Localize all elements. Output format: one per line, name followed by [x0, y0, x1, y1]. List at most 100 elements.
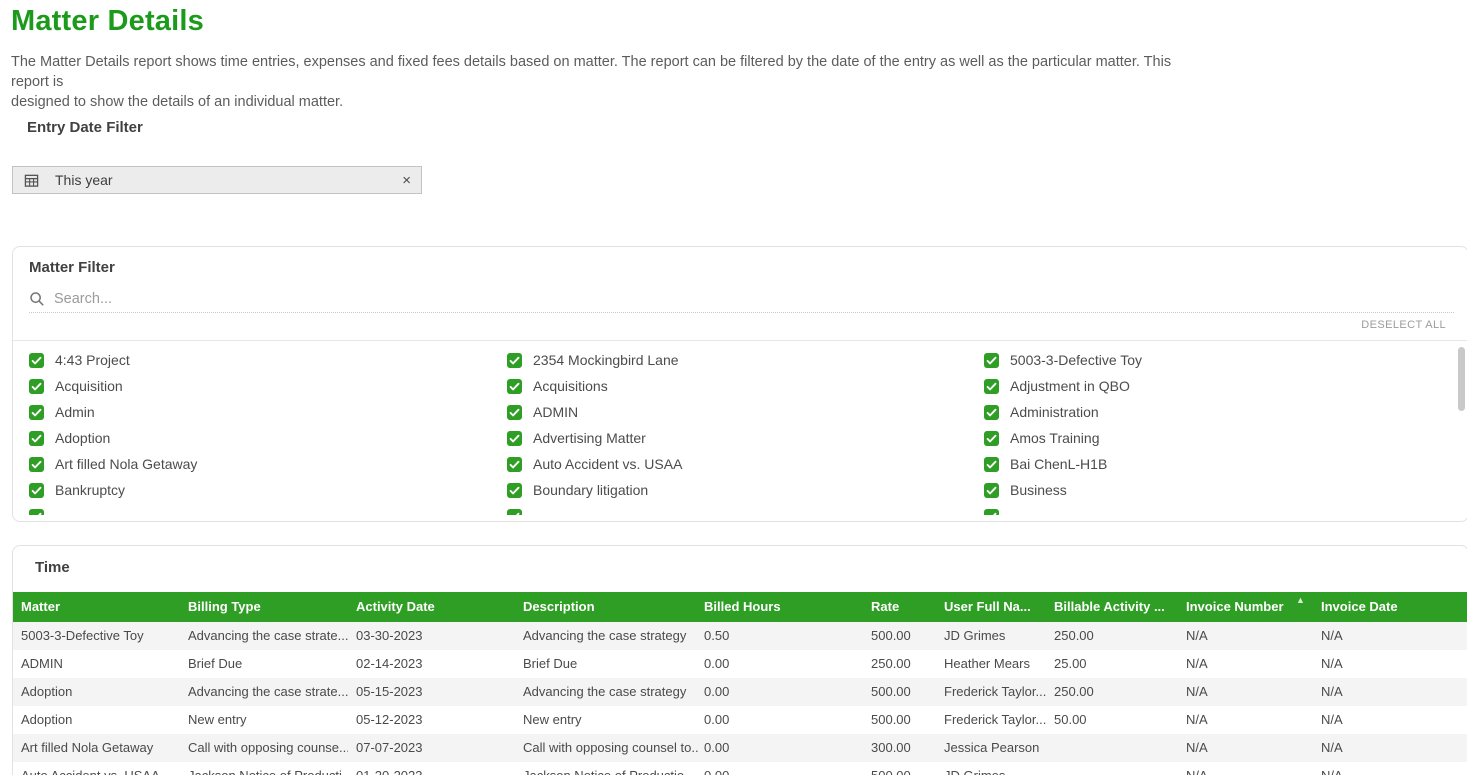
time-table-cell: 0.00 [704, 706, 864, 734]
time-table-row: 5003-3-Defective ToyAdvancing the case s… [13, 622, 1467, 650]
calendar-icon [24, 173, 39, 188]
time-table-cell: N/A [1186, 706, 1314, 734]
clear-date-filter-icon[interactable]: × [402, 173, 411, 188]
checkbox-checked-icon[interactable] [507, 509, 522, 516]
time-table-row: AdoptionAdvancing the case strate...05-1… [13, 678, 1467, 706]
time-table-cell: N/A [1186, 622, 1314, 650]
matter-checkbox-item[interactable]: Acquisition [29, 373, 123, 399]
time-table-cell: 250.00 [1054, 622, 1180, 650]
matter-checkbox-item[interactable]: Advertising Matter [507, 425, 646, 451]
checkbox-checked-icon[interactable] [507, 379, 522, 394]
checkbox-checked-icon[interactable] [29, 457, 44, 472]
matter-checkbox-item[interactable]: Acquisitions [507, 373, 608, 399]
checkbox-checked-icon[interactable] [984, 405, 999, 420]
checkbox-checked-icon[interactable] [29, 353, 44, 368]
matter-checkbox-item[interactable] [984, 503, 1010, 515]
time-table-cell: Adoption [21, 678, 181, 706]
time-column-header[interactable]: User Full Na... [944, 592, 1048, 622]
checkbox-checked-icon[interactable] [29, 379, 44, 394]
matter-checkbox-item[interactable]: 4:43 Project [29, 347, 130, 373]
time-column-header[interactable]: Invoice Number [1186, 592, 1314, 622]
time-column-header[interactable]: Rate [871, 592, 937, 622]
matter-checkbox-item[interactable]: Business [984, 477, 1067, 503]
matter-list-scrollbar[interactable] [1458, 347, 1465, 411]
time-table-cell: 0.00 [704, 678, 864, 706]
matter-checkbox-item[interactable]: Administration [984, 399, 1099, 425]
checkbox-checked-icon[interactable] [984, 379, 999, 394]
matter-checkbox-item[interactable]: Auto Accident vs. USAA [507, 451, 682, 477]
time-column-header[interactable]: Description [523, 592, 698, 622]
time-column-header[interactable]: Invoice Date [1321, 592, 1467, 622]
matter-checkbox-label: Adoption [55, 430, 110, 446]
matter-checkbox-item[interactable]: Boundary litigation [507, 477, 648, 503]
checkbox-checked-icon[interactable] [507, 457, 522, 472]
time-table-cell: N/A [1186, 762, 1314, 775]
time-table-row: AdoptionNew entry05-12-2023New entry0.00… [13, 706, 1467, 734]
checkbox-checked-icon[interactable] [29, 509, 44, 516]
checkbox-checked-icon[interactable] [29, 405, 44, 420]
matter-checkbox-label: Auto Accident vs. USAA [533, 456, 682, 472]
matter-checkbox-item[interactable]: Bankruptcy [29, 477, 125, 503]
matter-checkbox-label: Boundary litigation [533, 482, 648, 498]
checkbox-checked-icon[interactable] [984, 353, 999, 368]
time-column-header[interactable]: Billable Activity ... [1054, 592, 1180, 622]
matter-checkbox-label: 5003-3-Defective Toy [1010, 352, 1142, 368]
time-table-cell: 0.00 [704, 762, 864, 775]
sort-ascending-icon[interactable]: ▲ [1296, 595, 1305, 605]
time-table-cell: 05-15-2023 [356, 678, 516, 706]
time-table-cell: 07-07-2023 [356, 734, 516, 762]
time-table-cell: New entry [523, 706, 698, 734]
time-table-cell: Heather Mears [944, 650, 1048, 678]
matter-checkbox-label: Advertising Matter [533, 430, 646, 446]
time-column-header[interactable]: Matter [21, 592, 181, 622]
checkbox-checked-icon[interactable] [984, 457, 999, 472]
time-table-cell: 300.00 [871, 734, 937, 762]
checkbox-checked-icon[interactable] [507, 353, 522, 368]
matter-checkbox-item[interactable]: 5003-3-Defective Toy [984, 347, 1142, 373]
time-column-header[interactable]: Activity Date [356, 592, 516, 622]
time-table-row: Art filled Nola GetawayCall with opposin… [13, 734, 1467, 762]
time-table-cell: 500.00 [871, 622, 937, 650]
checkbox-checked-icon[interactable] [984, 431, 999, 446]
checkbox-checked-icon[interactable] [29, 483, 44, 498]
matter-checkbox-label: Acquisitions [533, 378, 608, 394]
matter-checkbox-label: 4:43 Project [55, 352, 130, 368]
time-table-cell: N/A [1186, 678, 1314, 706]
time-table-cell: New entry [188, 706, 348, 734]
matter-checkbox-item[interactable]: Amos Training [984, 425, 1099, 451]
time-table-cell: N/A [1321, 650, 1467, 678]
checkbox-checked-icon[interactable] [507, 431, 522, 446]
time-table-cell [1054, 734, 1180, 762]
checkbox-checked-icon[interactable] [984, 483, 999, 498]
entry-date-filter-value: This year [55, 172, 113, 188]
matter-checkbox-item[interactable] [507, 503, 533, 515]
matter-checkbox-item[interactable]: ADMIN [507, 399, 578, 425]
search-icon [29, 291, 45, 307]
entry-date-filter-chip[interactable]: This year × [12, 166, 422, 194]
time-table-cell: 02-14-2023 [356, 650, 516, 678]
checkbox-checked-icon[interactable] [507, 405, 522, 420]
matter-checkbox-item[interactable]: Admin [29, 399, 95, 425]
matter-filter-panel: Matter Filter DESELECT ALL 4:43 ProjectA… [12, 246, 1467, 522]
matter-search-input[interactable] [54, 291, 454, 307]
matter-checkbox-item[interactable]: Adjustment in QBO [984, 373, 1130, 399]
time-section-heading: Time [35, 559, 70, 576]
matter-checkbox-item[interactable]: 2354 Mockingbird Lane [507, 347, 679, 373]
matter-checkbox-item[interactable]: Adoption [29, 425, 110, 451]
time-table-cell: JD Grimes [944, 762, 1048, 775]
matter-checkbox-item[interactable] [29, 503, 55, 515]
matter-checkbox-item[interactable]: Bai ChenL-H1B [984, 451, 1107, 477]
time-table-cell: Call with opposing counsel to... [523, 734, 698, 762]
time-column-header[interactable]: Billed Hours [704, 592, 864, 622]
time-table-cell: N/A [1321, 734, 1467, 762]
matter-checkbox-item[interactable]: Art filled Nola Getaway [29, 451, 197, 477]
time-table-body: 5003-3-Defective ToyAdvancing the case s… [13, 622, 1467, 775]
deselect-all-button[interactable]: DESELECT ALL [1361, 319, 1446, 331]
checkbox-checked-icon[interactable] [507, 483, 522, 498]
checkbox-checked-icon[interactable] [29, 431, 44, 446]
checkbox-checked-icon[interactable] [984, 509, 999, 516]
time-table-cell: JD Grimes [944, 622, 1048, 650]
time-column-header[interactable]: Billing Type [188, 592, 348, 622]
time-table-cell: N/A [1321, 762, 1467, 775]
time-table-cell: ADMIN [21, 650, 181, 678]
